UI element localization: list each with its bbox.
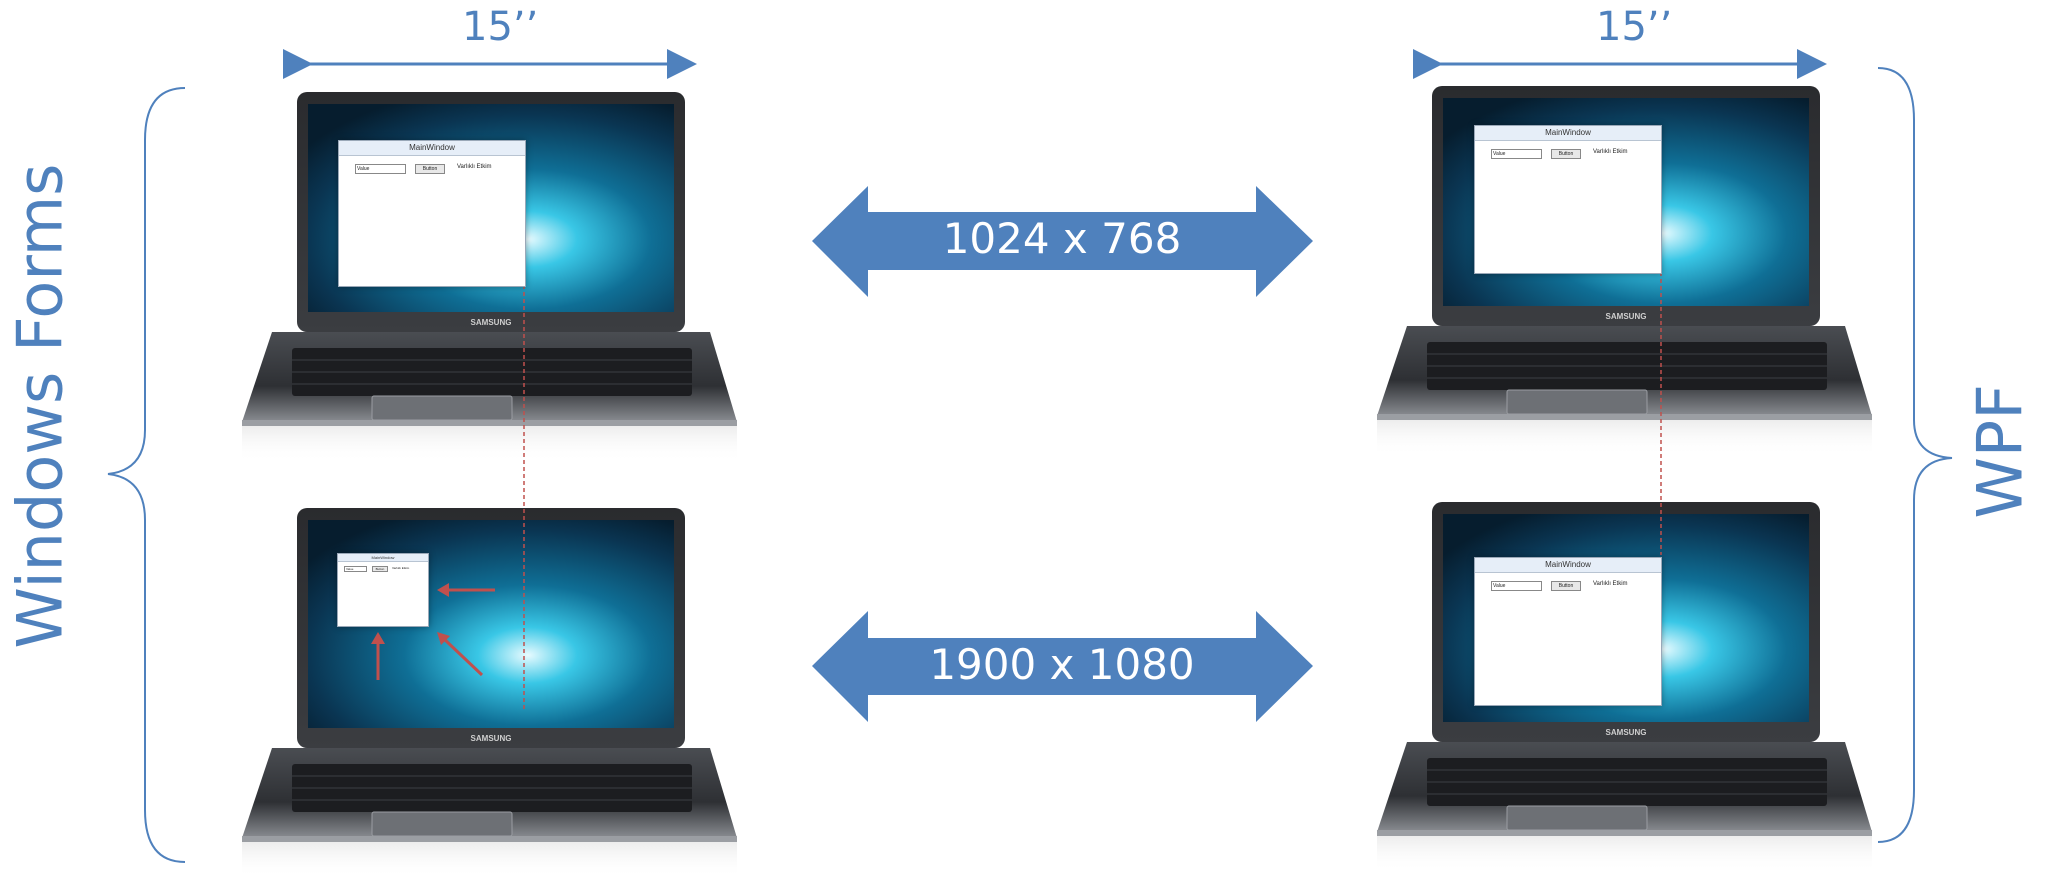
window-button[interactable]: Button [1551, 149, 1581, 159]
resolution-label-bottom: 1900 x 1080 [929, 640, 1195, 689]
value-textbox[interactable]: Value [344, 566, 367, 572]
svg-text:SAMSUNG: SAMSUNG [1606, 312, 1647, 321]
app-window-top-left[interactable]: MainWindow Value Button Varlıklı Etkim [338, 140, 526, 287]
window-title: MainWindow [338, 554, 428, 562]
window-button[interactable]: Button [415, 164, 445, 174]
diagram-canvas: SAMSUNG SAMSUNG SAMSUNG SAMSUNG [107, 49, 1953, 878]
window-label: Varlıklı Etkim [1593, 149, 1628, 155]
laptop-bottom-left: SAMSUNG [242, 508, 737, 878]
left-brace [107, 87, 186, 863]
svg-text:SAMSUNG: SAMSUNG [471, 734, 512, 743]
app-window-top-right[interactable]: MainWindow Value Button Varlıklı Etkim [1474, 125, 1662, 274]
left-width-label: 15’’ [462, 4, 539, 50]
svg-text:SAMSUNG: SAMSUNG [471, 318, 512, 327]
window-title: MainWindow [339, 141, 525, 156]
app-window-bottom-right[interactable]: MainWindow Value Button Varlıklı Etkim [1474, 557, 1662, 706]
wpf-label: WPF [1963, 384, 2037, 519]
app-window-bottom-left[interactable]: MainWindow Value Button Varlıklı Etkim [337, 553, 429, 627]
windows-forms-label: Windows Forms [3, 163, 77, 649]
window-label: Varlıklı Etkim [457, 164, 492, 170]
window-label: Varlıklı Etkim [392, 566, 410, 570]
right-width-label: 15’’ [1596, 4, 1673, 50]
window-button[interactable]: Button [372, 566, 388, 572]
right-brace [1877, 67, 1953, 843]
value-textbox[interactable]: Value [1491, 149, 1542, 159]
window-label: Varlıklı Etkim [1593, 581, 1628, 587]
window-title: MainWindow [1475, 558, 1661, 573]
window-title: MainWindow [1475, 126, 1661, 141]
window-button[interactable]: Button [1551, 581, 1581, 591]
resolution-label-top: 1024 x 768 [942, 214, 1182, 263]
svg-text:SAMSUNG: SAMSUNG [1606, 728, 1647, 737]
value-textbox[interactable]: Value [355, 164, 406, 174]
value-textbox[interactable]: Value [1491, 581, 1542, 591]
